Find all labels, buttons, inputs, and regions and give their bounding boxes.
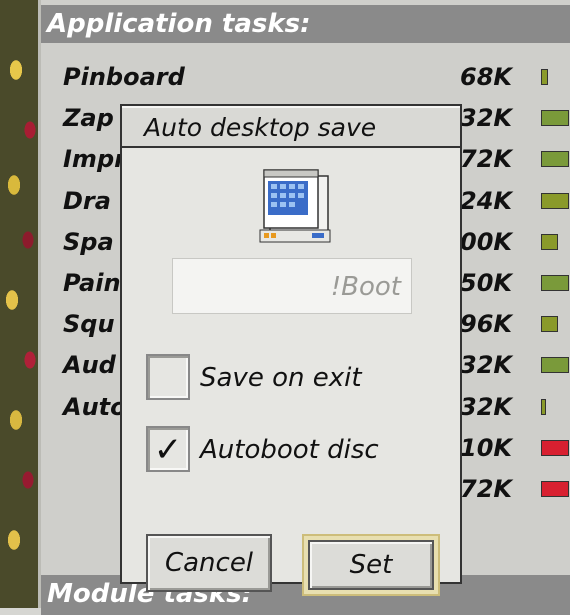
desktop-file-icon (258, 168, 334, 246)
set-button[interactable]: Set (308, 540, 434, 590)
task-memory: 72K (460, 475, 512, 503)
task-name: Zap (63, 104, 114, 133)
task-memory-bar[interactable] (541, 69, 548, 85)
task-memory: 72K (460, 145, 512, 174)
dialog-title-bar[interactable]: Auto desktop save (122, 106, 460, 148)
task-memory: 00K (460, 227, 512, 256)
task-name: Impr (63, 145, 126, 174)
task-memory: 10K (460, 433, 512, 462)
task-memory: 96K (460, 310, 512, 339)
task-name: Dra (63, 186, 111, 215)
save-on-exit-option[interactable]: Save on exit (146, 354, 446, 402)
task-memory-bar[interactable] (541, 151, 569, 168)
task-memory: 24K (460, 186, 512, 215)
task-memory: 50K (460, 269, 512, 297)
task-name: Auto (63, 392, 127, 421)
task-name: Squ (63, 310, 115, 339)
cancel-button[interactable]: Cancel (146, 534, 272, 592)
task-name: Aud (63, 351, 116, 380)
application-tasks-header: Application tasks: (41, 5, 570, 43)
save-on-exit-label: Save on exit (200, 363, 362, 393)
task-memory: 32K (460, 392, 512, 421)
task-row[interactable]: Pinboard 68K (41, 56, 570, 98)
task-memory-bar[interactable] (541, 481, 569, 497)
task-memory-bar[interactable] (541, 192, 569, 209)
task-memory: 32K (460, 351, 512, 380)
boot-path-field[interactable]: !Boot (172, 258, 412, 314)
dialog-title: Auto desktop save (144, 113, 377, 142)
task-memory-bar[interactable] (541, 357, 569, 374)
task-memory-bar[interactable] (541, 439, 569, 456)
task-memory-bar[interactable] (541, 110, 569, 127)
save-on-exit-checkbox[interactable] (146, 354, 190, 400)
task-name: Spa (63, 227, 114, 256)
task-memory-bar[interactable] (541, 398, 546, 415)
task-memory-bar[interactable] (541, 316, 558, 333)
task-memory-bar[interactable] (541, 233, 558, 250)
task-memory-bar[interactable] (541, 275, 569, 291)
autoboot-disc-checkbox[interactable]: ✓ (146, 426, 190, 472)
task-name: Pinboard (63, 63, 185, 91)
autoboot-disc-label: Autoboot disc (200, 435, 379, 465)
task-memory: 32K (460, 104, 512, 133)
auto-desktop-save-dialog: Auto desktop save !Boot Save on exit ✓ A… (120, 104, 462, 596)
dialog-body: !Boot Save on exit ✓ Autoboot disc Cance… (122, 148, 460, 596)
task-memory: 68K (460, 63, 512, 91)
task-name: Pain (63, 269, 121, 297)
autoboot-disc-option[interactable]: ✓ Autoboot disc (146, 426, 446, 474)
